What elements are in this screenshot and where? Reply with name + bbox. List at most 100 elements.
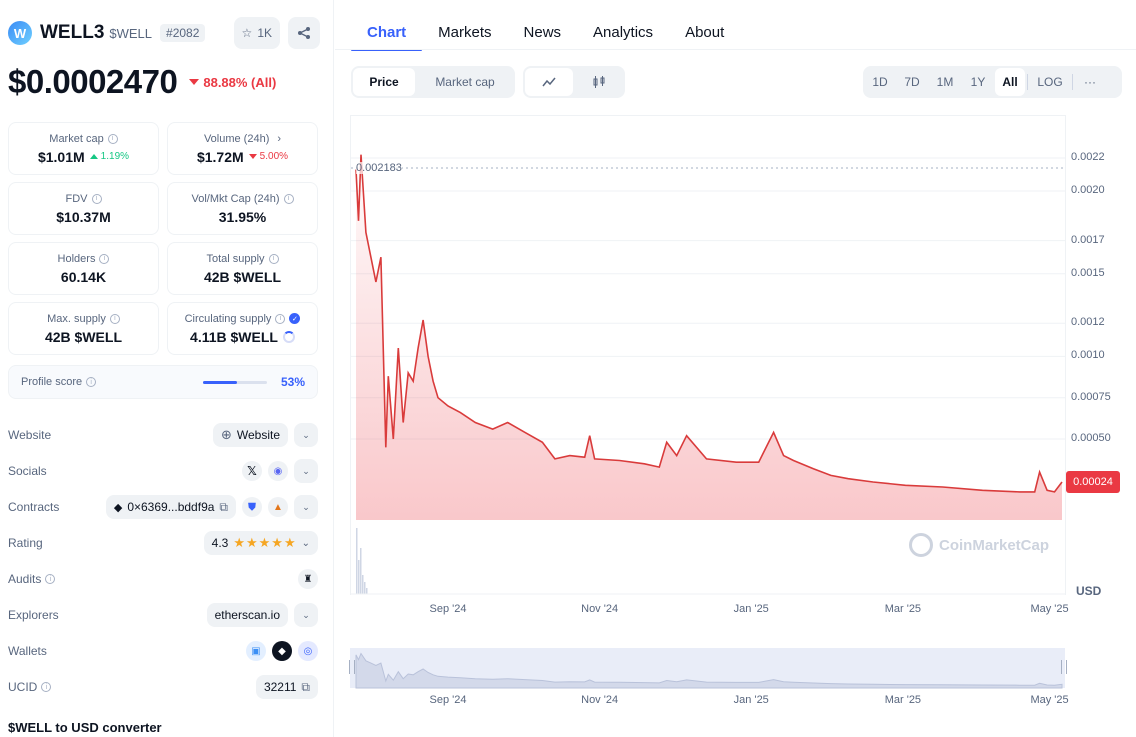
current-price-tag: 0.00024	[1066, 471, 1120, 493]
stat-label: Volume (24h)	[203, 132, 270, 145]
copy-icon[interactable]: ⧉	[219, 500, 228, 515]
stat-fdv: FDV i $10.37M	[8, 182, 159, 235]
tab-about[interactable]: About	[669, 14, 740, 50]
tab-news[interactable]: News	[508, 14, 578, 50]
audit-badge-icon[interactable]: ♜	[298, 569, 318, 589]
stat-value: 4.11B $WELL	[190, 328, 278, 345]
contract-address[interactable]: ◆ 0×6369...bddf9a ⧉	[105, 495, 236, 519]
info-icon[interactable]: i	[91, 193, 102, 204]
shield-icon[interactable]: ⛊	[242, 497, 262, 517]
x-tick-label: Jan '25	[733, 694, 769, 706]
row-rating: Rating 4.3 ★★★★★ ⌄	[8, 525, 318, 561]
range-navigator[interactable]	[350, 648, 1065, 688]
info-icon[interactable]: i	[99, 253, 110, 264]
website-dropdown[interactable]: ⌄	[294, 423, 318, 447]
rank-badge: #2082	[160, 24, 206, 42]
tab-markets[interactable]: Markets	[422, 14, 507, 50]
coinmarketcap-logo-icon	[909, 533, 933, 557]
socials-dropdown[interactable]: ⌄	[294, 459, 318, 483]
high-price-label: 0.002183	[356, 162, 402, 174]
explorers-dropdown[interactable]: ⌄	[294, 603, 318, 627]
stat-volume[interactable]: Volume (24h) › $1.72M 5.00%	[167, 122, 318, 175]
info-icon[interactable]: i	[41, 682, 52, 692]
tab-analytics[interactable]: Analytics	[577, 14, 669, 50]
stat-max-supply: Max. supply i 42B $WELL	[8, 302, 159, 355]
website-link[interactable]: ⊕ Website	[212, 423, 288, 447]
range-separator	[1027, 74, 1028, 90]
range-1d-button[interactable]: 1D	[865, 68, 895, 96]
info-icon[interactable]: i	[107, 133, 118, 144]
tab-chart[interactable]: Chart	[351, 14, 423, 51]
stat-value: $1.01M	[37, 148, 85, 165]
wallet-icon-2[interactable]: ◆	[272, 641, 292, 661]
mode-market-cap-button[interactable]: Market cap	[417, 68, 513, 96]
info-icon[interactable]: i	[283, 193, 294, 204]
discord-icon[interactable]: ◉	[268, 461, 288, 481]
range-1y-button[interactable]: 1Y	[963, 68, 993, 96]
down-arrow-icon	[189, 79, 200, 85]
info-icon[interactable]: i	[268, 253, 279, 264]
wallet-icon-3[interactable]: ◎	[298, 641, 318, 661]
share-icon	[298, 27, 310, 39]
rating-value: 4.3	[211, 536, 229, 550]
chevron-right-icon: ›	[277, 132, 282, 145]
y-tick-label: 0.00075	[1071, 390, 1111, 403]
watchlist-button[interactable]: ☆ 1K	[233, 17, 280, 49]
profile-score-label: Profile score	[21, 376, 83, 388]
wallet-icon-1[interactable]: ▣	[246, 641, 266, 661]
rating-stars-icon: ★★★★★	[233, 535, 297, 550]
info-icon[interactable]: i	[45, 574, 56, 584]
range-7d-button[interactable]: 7D	[897, 68, 927, 96]
star-icon: ☆	[241, 26, 253, 40]
row-label: Website	[8, 428, 52, 442]
coin-symbol: $WELL	[109, 25, 153, 41]
range-1m-button[interactable]: 1M	[929, 68, 961, 96]
range-toggle: 1D 7D 1M 1Y All LOG ···	[863, 66, 1122, 98]
info-icon[interactable]: i	[86, 377, 97, 387]
range-all-button[interactable]: All	[995, 68, 1025, 96]
log-scale-button[interactable]: LOG	[1030, 68, 1070, 96]
ucid-value: 32211	[263, 680, 297, 694]
line-chart-button[interactable]	[525, 68, 573, 96]
y-tick-label: 0.0015	[1071, 266, 1105, 279]
stat-label: Circulating supply	[184, 312, 272, 325]
share-button[interactable]	[288, 17, 320, 49]
contracts-dropdown[interactable]: ⌄	[294, 495, 318, 519]
chevron-down-icon: ⌄	[302, 429, 310, 440]
links-list: Website ⊕ Website ⌄ Socials 𝕏 ◉ ⌄ Contrac…	[8, 417, 318, 705]
profile-score-fill	[202, 380, 237, 384]
navigator-left-handle[interactable]	[349, 660, 355, 674]
currency-label: USD	[1076, 584, 1102, 598]
coin-logo: W	[8, 21, 32, 45]
rating-chip[interactable]: 4.3 ★★★★★ ⌄	[203, 531, 318, 555]
profile-score[interactable]: Profile score i 53%	[8, 365, 318, 399]
x-tick-label: Mar '25	[884, 603, 922, 615]
explorer-link[interactable]: etherscan.io	[206, 603, 288, 627]
chart-area[interactable]	[350, 115, 1066, 595]
ucid-chip[interactable]: 32211 ⧉	[255, 675, 318, 699]
price-change-value: 88.88% (All)	[203, 74, 277, 90]
info-icon[interactable]: i	[109, 313, 120, 324]
watermark-text: CoinMarketCap	[939, 536, 1050, 554]
supply-progress-icon	[282, 330, 295, 343]
stat-market-cap: Market cap i $1.01M 1.19%	[8, 122, 159, 175]
info-icon[interactable]: i	[275, 313, 286, 324]
candlestick-button[interactable]	[575, 68, 623, 96]
stat-value: $10.37M	[56, 208, 111, 225]
stat-change: 5.00%	[259, 151, 289, 162]
mode-price-button[interactable]: Price	[353, 68, 415, 96]
price-change: 88.88% (All)	[189, 75, 276, 90]
x-twitter-icon[interactable]: 𝕏	[242, 461, 262, 481]
x-tick-label: Sep '24	[429, 603, 467, 615]
stat-value: 42B $WELL	[203, 268, 281, 285]
row-label: Contracts	[8, 500, 60, 514]
metamask-icon[interactable]: ▲	[268, 497, 288, 517]
row-audits: Audits i ♜	[8, 561, 318, 597]
copy-icon[interactable]: ⧉	[301, 680, 310, 695]
more-options-button[interactable]: ···	[1075, 68, 1105, 96]
converter-title: $WELL to USD converter	[8, 720, 162, 735]
navigator-right-handle[interactable]	[1061, 660, 1067, 674]
watchlist-count: 1K	[257, 26, 272, 40]
verified-icon: ✓	[289, 313, 301, 324]
coin-name: WELL3	[40, 22, 105, 43]
